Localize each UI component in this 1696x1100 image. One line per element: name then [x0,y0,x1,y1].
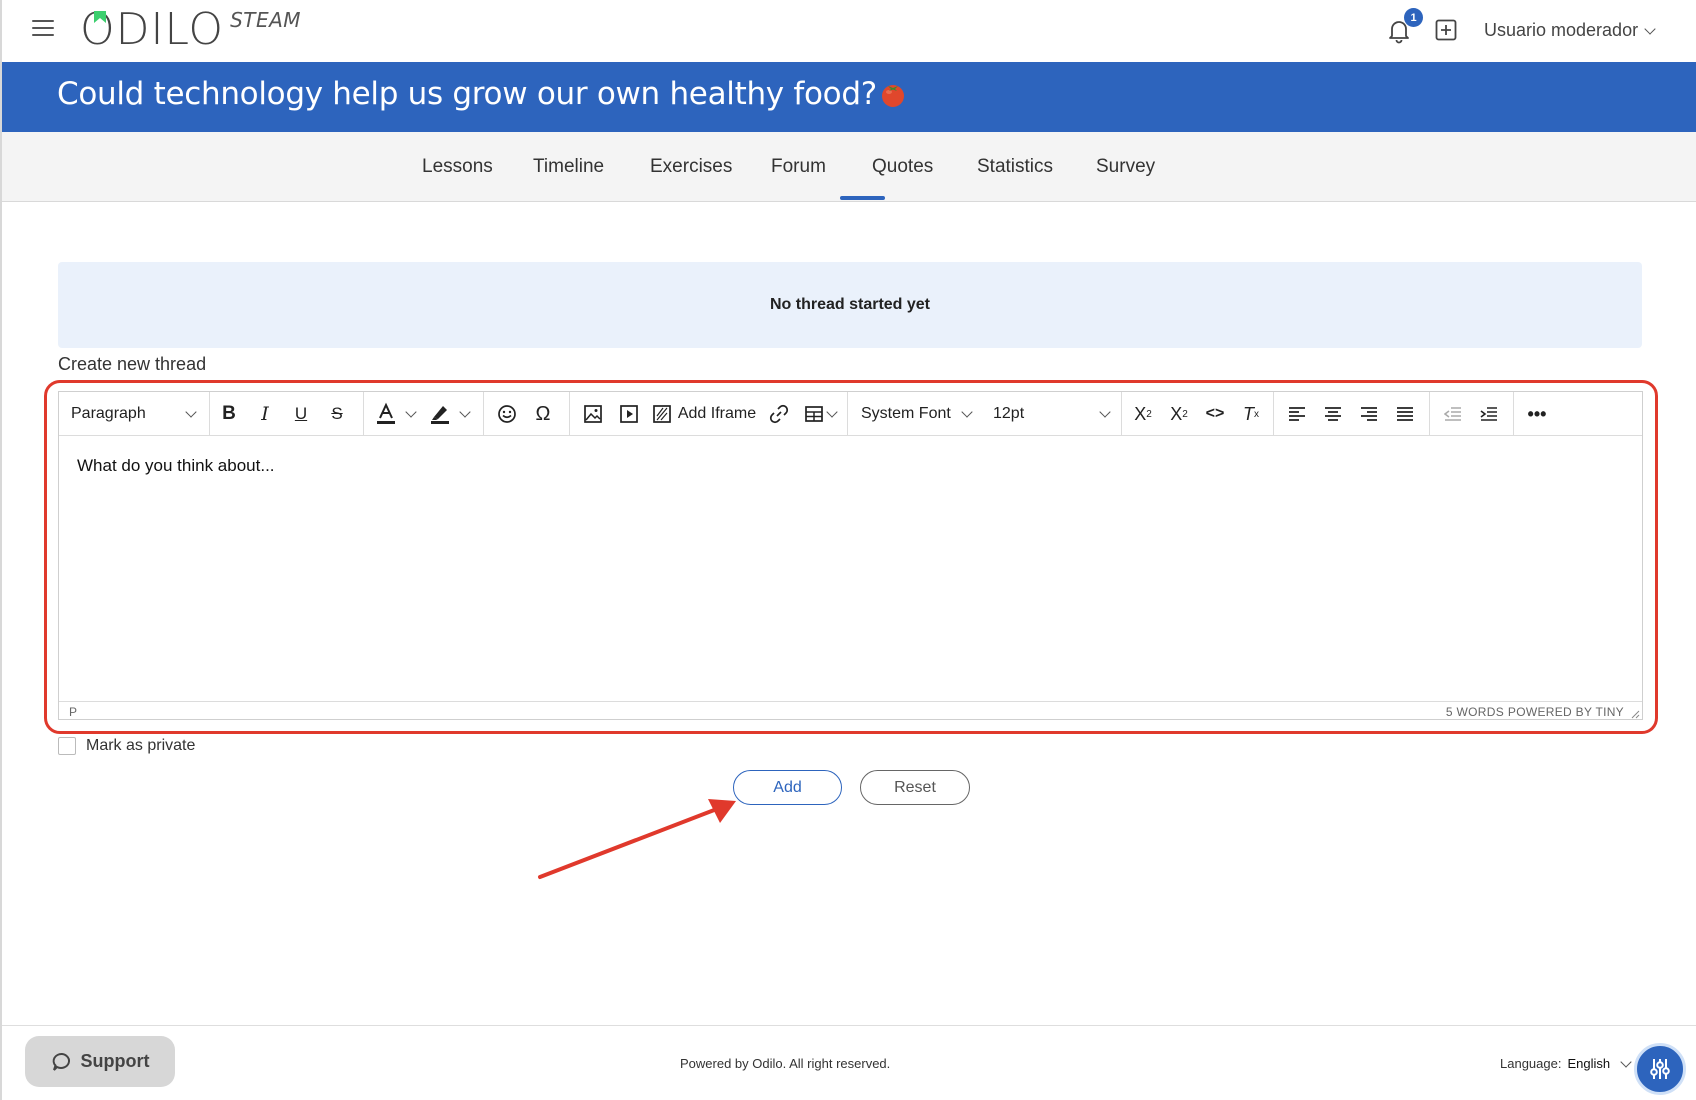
private-label: Mark as private [86,737,196,754]
footer: Support Powered by Odilo. All right rese… [2,1025,1696,1100]
create-thread-label: Create new thread [58,354,207,374]
tab-forum[interactable]: Forum [771,156,826,178]
course-title: Could technology help us grow our own he… [57,76,907,112]
powered-by-text: Powered by Odilo. All right reserved. [680,1056,891,1071]
chevron-down-icon [1644,22,1656,35]
tab-lessons[interactable]: Lessons [422,156,493,178]
empty-thread-text: No thread started yet [769,296,931,313]
tab-survey[interactable]: Survey [1096,156,1155,178]
support-button[interactable]: Support [25,1036,175,1087]
notification-badge: 1 [1404,8,1423,27]
user-menu[interactable]: Usuario moderador [1484,20,1656,41]
empty-thread-notice: No thread started yet [58,262,1642,348]
language-value[interactable]: English [1567,1056,1610,1071]
course-title-band: Could technology help us grow our own he… [2,62,1696,132]
chevron-down-icon [1620,1055,1632,1068]
private-checkbox[interactable] [58,737,76,755]
tab-exercises[interactable]: Exercises [650,156,732,178]
top-header: ODILO STEAM 1 Usuario moderador [2,0,1696,62]
accessibility-settings-button[interactable] [1634,1043,1686,1095]
odilo-logo[interactable]: ODILO STEAM [80,6,301,54]
leaf-icon [94,11,106,23]
chat-icon [52,1052,70,1071]
logo-steam: STEAM [230,8,302,32]
language-label: Language: [1500,1056,1562,1071]
mark-private-option: Mark as private [58,737,195,755]
tomato-icon [881,85,904,107]
menu-icon[interactable] [32,20,54,38]
language-selector[interactable]: Language: English [1500,1055,1632,1071]
course-tabs: Lessons Timeline Exercises Forum Quotes … [2,132,1696,202]
course-title-text: Could technology help us grow our own he… [57,76,877,112]
sliders-icon [1650,1059,1670,1079]
active-tab-indicator [840,196,885,200]
reset-button[interactable]: Reset [860,770,970,805]
support-label: Support [80,1051,150,1071]
tab-quotes[interactable]: Quotes [872,156,933,178]
user-name: Usuario moderador [1484,20,1639,40]
tab-timeline[interactable]: Timeline [533,156,604,178]
tab-statistics[interactable]: Statistics [977,156,1053,178]
annotation-arrow [538,799,736,879]
add-box-icon[interactable] [1435,19,1457,41]
editor-highlight-box [44,380,1658,734]
page: ODILO STEAM 1 Usuario moderador Could te… [2,0,1696,1100]
